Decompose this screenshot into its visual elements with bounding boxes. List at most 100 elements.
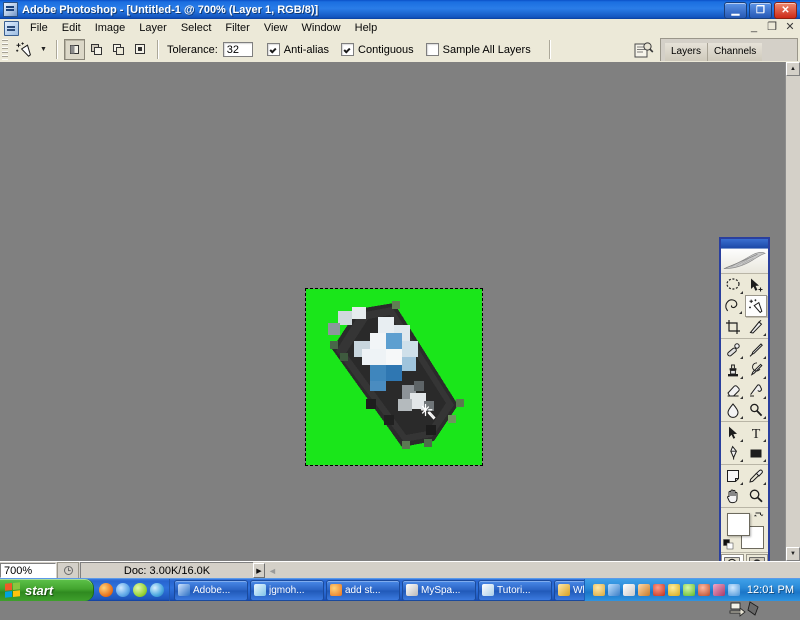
intersect-with-selection-button[interactable] [130, 39, 151, 60]
status-bar: 700% Doc: 3.00K/16.0K ▶ ◄ [0, 561, 800, 579]
msn-icon[interactable] [133, 583, 147, 597]
eraser-tool[interactable] [722, 380, 744, 400]
default-colors-icon[interactable] [723, 539, 734, 550]
minimize-button[interactable]: ▁ [724, 2, 747, 19]
slice-tool[interactable] [746, 317, 768, 337]
clone-stamp-tool[interactable] [722, 360, 744, 380]
gradient-tool-expand-icon [763, 396, 766, 399]
hand-icon[interactable] [637, 584, 650, 596]
marquee-tool-expand-icon [739, 291, 743, 294]
lasso-tool[interactable] [722, 295, 743, 315]
messenger-icon[interactable] [682, 584, 695, 596]
scroll-down-arrow[interactable]: ▼ [786, 547, 800, 561]
rectangle-tool[interactable] [746, 443, 768, 463]
taskbar-item-adobe[interactable]: Adobe... [174, 579, 248, 601]
menu-filter[interactable]: Filter [218, 20, 256, 36]
pen-tool[interactable] [722, 443, 744, 463]
subtract-from-selection-button[interactable] [108, 39, 129, 60]
menu-image[interactable]: Image [88, 20, 133, 36]
menu-view[interactable]: View [257, 20, 295, 36]
foreground-color-swatch[interactable] [727, 513, 750, 536]
new-selection-button[interactable] [64, 39, 85, 60]
marquee-tool[interactable] [722, 275, 744, 295]
brush-tool[interactable] [746, 340, 768, 360]
palette-tab-layers[interactable]: Layers [665, 43, 708, 61]
menu-file[interactable]: File [23, 20, 55, 36]
sample-all-layers-checkbox[interactable] [425, 43, 439, 56]
status-preview-icon[interactable] [57, 562, 79, 579]
zoom-tool[interactable] [746, 486, 768, 506]
antivirus-icon[interactable] [652, 584, 665, 596]
window-controls: ▁ ❐ ✕ [724, 2, 797, 19]
taskbar-item-tutorial[interactable]: Tutori... [478, 579, 552, 601]
network-icon[interactable] [607, 584, 620, 596]
scroll-up-arrow[interactable]: ▲ [786, 62, 800, 76]
document-restore-button[interactable]: ❐ [766, 21, 778, 34]
gradient-tool[interactable] [746, 380, 768, 400]
pencil-icon[interactable] [622, 584, 635, 596]
start-button[interactable]: start [0, 579, 94, 601]
menu-select[interactable]: Select [174, 20, 219, 36]
healing-brush-tool[interactable] [722, 340, 744, 360]
blur-tool[interactable] [722, 400, 744, 420]
media-icon[interactable] [697, 584, 710, 596]
type-tool[interactable]: T [746, 423, 768, 443]
clock[interactable]: 12:01 PM [747, 584, 794, 596]
document-canvas[interactable] [305, 288, 483, 466]
magic-wand-tool[interactable] [744, 295, 767, 317]
blur-tool-expand-icon [739, 416, 743, 419]
history-brush-tool[interactable] [746, 360, 768, 380]
contiguous-checkbox[interactable] [341, 43, 355, 56]
shield-icon[interactable] [667, 584, 680, 596]
document-icon[interactable] [4, 20, 19, 36]
document-window-controls: _ ❐ ✕ [748, 21, 796, 34]
zoom-level-field[interactable]: 700% [0, 563, 56, 578]
internet-explorer-icon[interactable] [116, 583, 130, 597]
hand-tool[interactable] [722, 486, 744, 506]
eraser-tool-expand-icon [739, 396, 743, 399]
add-to-selection-button[interactable] [86, 39, 107, 60]
anti-alias-option[interactable]: Anti-alias [266, 43, 329, 56]
move-tool[interactable] [746, 275, 768, 295]
path-selection-tool[interactable] [722, 423, 744, 443]
toolbox-group-retouch [721, 339, 768, 422]
menu-edit[interactable]: Edit [55, 20, 88, 36]
dodge-tool[interactable] [746, 400, 768, 420]
eyedropper-tool[interactable] [746, 466, 768, 486]
document-minimize-button[interactable]: _ [748, 21, 760, 34]
menu-window[interactable]: Window [295, 20, 348, 36]
taskbar-item-white[interactable]: White... [554, 579, 584, 601]
status-expand-arrow[interactable]: ▶ [253, 563, 265, 578]
taskbar-item-myspace[interactable]: MySpa... [402, 579, 476, 601]
star-icon[interactable] [727, 584, 740, 596]
browser-icon[interactable] [150, 583, 164, 597]
maximize-button[interactable]: ❐ [749, 2, 772, 19]
anti-alias-checkbox[interactable] [266, 43, 280, 56]
workspace-scrollbar[interactable]: ▲ ▼ [785, 62, 800, 561]
tool-preset-dropdown[interactable]: ▼ [37, 39, 50, 60]
tolerance-input[interactable] [222, 42, 253, 57]
taskbar-item-jgmoh[interactable]: jgmoh... [250, 579, 324, 601]
plugin-icon[interactable] [712, 584, 725, 596]
sample-all-layers-option[interactable]: Sample All Layers [425, 43, 531, 56]
file-browser-icon[interactable] [633, 41, 655, 61]
document-close-button[interactable]: ✕ [784, 21, 796, 34]
toolbox: T [719, 237, 770, 617]
title-bar: Adobe Photoshop - [Untitled-1 @ 700% (La… [0, 0, 800, 20]
palette-tab-channels[interactable]: Channels [707, 43, 763, 61]
notes-tool[interactable] [722, 466, 744, 486]
java-icon[interactable] [592, 584, 605, 596]
firefox-icon[interactable] [99, 583, 113, 597]
options-bar-grip[interactable] [2, 39, 8, 60]
type-tool-expand-icon [763, 439, 766, 442]
contiguous-option[interactable]: Contiguous [341, 43, 414, 56]
options-separator-3 [548, 40, 551, 59]
taskbar-item-add-st[interactable]: add st... [326, 579, 400, 601]
close-button[interactable]: ✕ [774, 2, 797, 19]
menu-layer[interactable]: Layer [132, 20, 174, 36]
menu-help[interactable]: Help [348, 20, 385, 36]
crop-tool[interactable] [722, 317, 744, 337]
swap-colors-icon[interactable] [754, 510, 764, 520]
canvas-image[interactable] [306, 289, 482, 465]
toolbox-titlebar[interactable] [721, 239, 768, 249]
